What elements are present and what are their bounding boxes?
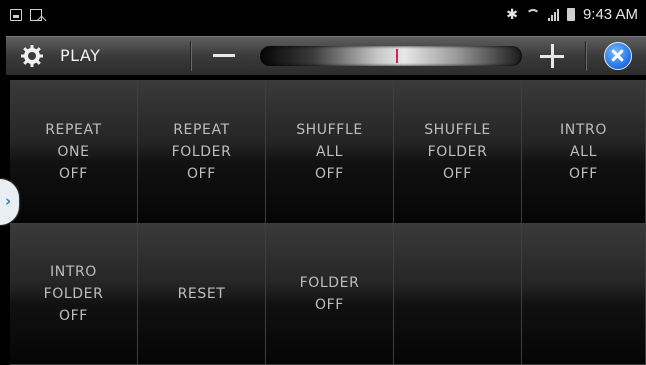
battery-icon	[566, 8, 575, 21]
status-right: ✱ 9:43 AM	[506, 6, 638, 23]
intro-all-button[interactable]: INTRO ALL OFF	[522, 80, 646, 224]
volume-up-button[interactable]	[540, 44, 564, 68]
status-left-icons	[10, 9, 42, 21]
bluetooth-icon: ✱	[506, 6, 518, 22]
button-label: SHUFFLE ALL OFF	[296, 121, 363, 182]
play-toolbar: PLAY	[6, 36, 646, 75]
button-label: REPEAT FOLDER OFF	[171, 121, 232, 182]
slider-marker[interactable]	[396, 49, 399, 63]
divider	[585, 41, 587, 71]
wifi-icon	[525, 8, 540, 21]
page-title: PLAY	[60, 46, 101, 65]
volume-down-button[interactable]	[213, 54, 235, 57]
empty-cell	[394, 224, 522, 365]
folder-button[interactable]: FOLDER OFF	[266, 224, 394, 365]
empty-cell	[522, 224, 646, 365]
button-label: INTRO FOLDER OFF	[43, 264, 104, 324]
document-icon	[30, 9, 42, 21]
status-bar: ✱ 9:43 AM	[0, 0, 646, 36]
picture-icon	[10, 9, 22, 21]
gear-icon[interactable]	[20, 44, 44, 68]
chevron-right-icon: ›	[5, 192, 12, 210]
shuffle-all-button[interactable]: SHUFFLE ALL OFF	[266, 80, 394, 224]
button-label: SHUFFLE FOLDER OFF	[424, 121, 491, 182]
button-label: INTRO ALL OFF	[560, 121, 607, 182]
button-label: RESET	[177, 286, 226, 302]
divider	[190, 41, 192, 71]
button-label: REPEAT ONE OFF	[45, 121, 102, 182]
play-options-grid: REPEAT ONE OFF REPEAT FOLDER OFF SHUFFLE…	[10, 80, 646, 365]
intro-folder-button[interactable]: INTRO FOLDER OFF	[10, 224, 138, 365]
close-button[interactable]	[604, 42, 632, 70]
reset-button[interactable]: RESET	[138, 224, 266, 365]
signal-icon	[547, 8, 559, 21]
repeat-folder-button[interactable]: REPEAT FOLDER OFF	[138, 80, 266, 224]
status-time: 9:43 AM	[582, 6, 638, 23]
level-slider[interactable]	[260, 46, 522, 66]
shuffle-folder-button[interactable]: SHUFFLE FOLDER OFF	[394, 80, 522, 224]
button-label: FOLDER OFF	[299, 275, 360, 313]
repeat-one-button[interactable]: REPEAT ONE OFF	[10, 80, 138, 224]
